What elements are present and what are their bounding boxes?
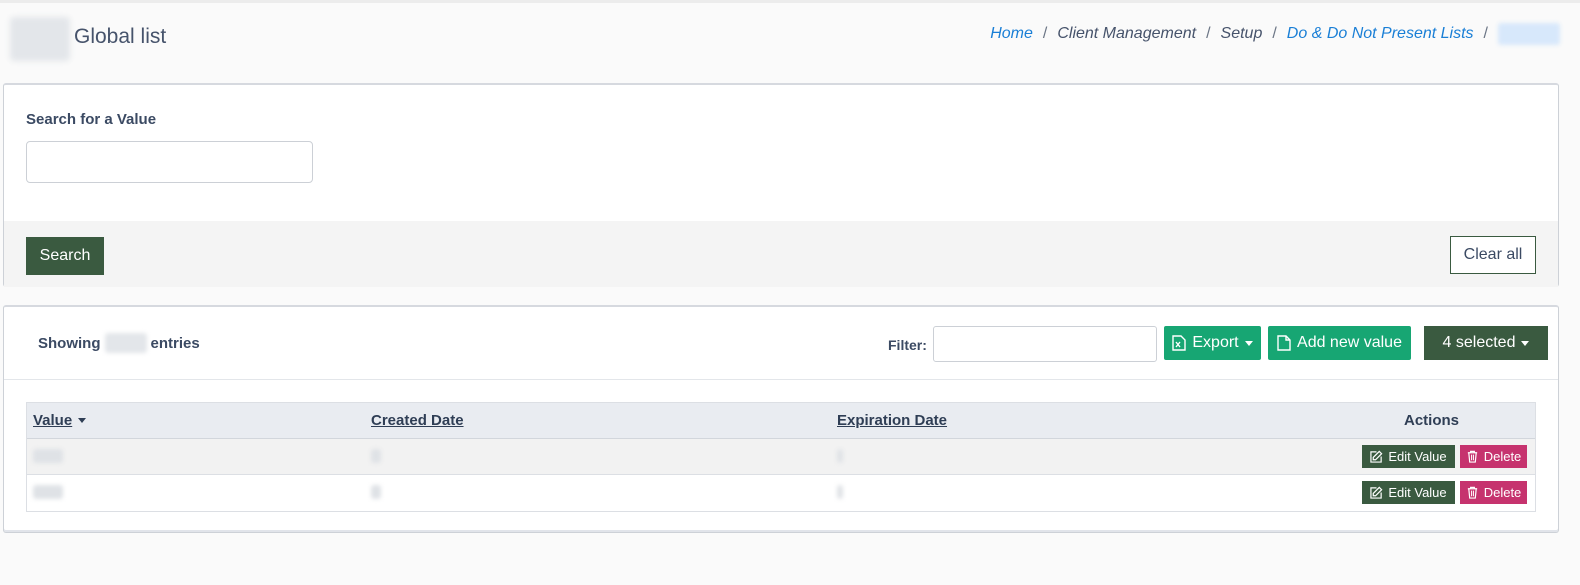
column-header-value-label: Value bbox=[33, 412, 73, 429]
values-table: Value Created Date Expiration Date Actio… bbox=[26, 402, 1536, 512]
expiration-date-cell-redacted bbox=[837, 485, 843, 499]
breadcrumb-separator: / bbox=[1042, 25, 1048, 42]
selected-label: 4 selected bbox=[1442, 334, 1516, 351]
file-icon bbox=[1277, 335, 1291, 351]
edit-value-button[interactable]: Edit Value bbox=[1362, 481, 1455, 504]
breadcrumb: Home / Client Management / Setup / Do & … bbox=[990, 23, 1560, 45]
table-row: Edit Value Delete bbox=[27, 475, 1535, 511]
columns-selected-dropdown[interactable]: 4 selected bbox=[1424, 326, 1548, 360]
edit-icon bbox=[1370, 450, 1383, 463]
edit-value-button[interactable]: Edit Value bbox=[1362, 445, 1455, 468]
clear-all-button[interactable]: Clear all bbox=[1450, 236, 1536, 274]
delete-button[interactable]: Delete bbox=[1460, 481, 1527, 504]
breadcrumb-do-do-not-present-lists[interactable]: Do & Do Not Present Lists bbox=[1287, 25, 1474, 43]
delete-label: Delete bbox=[1483, 485, 1522, 500]
add-new-value-button[interactable]: Add new value bbox=[1268, 326, 1411, 360]
edit-icon bbox=[1370, 486, 1383, 499]
delete-button[interactable]: Delete bbox=[1460, 445, 1527, 468]
chevron-down-icon bbox=[1521, 340, 1530, 346]
table-header: Value Created Date Expiration Date Actio… bbox=[27, 403, 1535, 439]
search-panel: Search for a Value Search Clear all bbox=[3, 83, 1559, 287]
search-label: Search for a Value bbox=[26, 111, 157, 128]
search-footer: Search Clear all bbox=[4, 221, 1558, 287]
showing-entries: Showing entries bbox=[38, 333, 200, 353]
panel-divider bbox=[4, 379, 1558, 380]
entry-count-redacted bbox=[104, 333, 147, 353]
column-header-value[interactable]: Value bbox=[33, 412, 87, 429]
table-row: Edit Value Delete bbox=[27, 439, 1535, 475]
column-header-created-date[interactable]: Created Date bbox=[371, 412, 464, 429]
expiration-date-cell-redacted bbox=[837, 449, 843, 463]
showing-prefix: Showing bbox=[38, 334, 101, 352]
breadcrumb-current-redacted bbox=[1498, 23, 1560, 45]
redacted-title-prefix bbox=[10, 17, 70, 61]
excel-file-icon bbox=[1172, 335, 1187, 351]
search-button[interactable]: Search bbox=[26, 237, 104, 275]
value-cell-redacted bbox=[33, 449, 63, 463]
filter-label: Filter: bbox=[888, 337, 927, 353]
export-label: Export bbox=[1192, 334, 1239, 351]
edit-value-label: Edit Value bbox=[1388, 449, 1447, 464]
edit-value-label: Edit Value bbox=[1388, 485, 1447, 500]
delete-label: Delete bbox=[1483, 449, 1522, 464]
breadcrumb-client-management: Client Management bbox=[1057, 25, 1197, 42]
chevron-down-icon bbox=[1244, 340, 1253, 346]
created-date-cell-redacted bbox=[371, 449, 381, 463]
column-header-actions: Actions bbox=[1404, 412, 1460, 429]
breadcrumb-separator: / bbox=[1272, 25, 1277, 42]
export-button[interactable]: Export bbox=[1164, 326, 1261, 360]
created-date-cell-redacted bbox=[371, 485, 381, 499]
breadcrumb-separator: / bbox=[1483, 25, 1488, 42]
value-cell-redacted bbox=[33, 485, 63, 499]
showing-suffix: entries bbox=[150, 334, 200, 352]
breadcrumb-separator: / bbox=[1206, 25, 1211, 42]
column-header-expiration-date[interactable]: Expiration Date bbox=[837, 412, 947, 429]
breadcrumb-setup: Setup bbox=[1220, 25, 1263, 42]
row-actions: Edit Value Delete bbox=[1362, 445, 1527, 468]
trash-icon bbox=[1467, 450, 1477, 463]
page-title: Global list bbox=[74, 25, 167, 48]
breadcrumb-home[interactable]: Home bbox=[990, 25, 1033, 43]
row-actions: Edit Value Delete bbox=[1362, 481, 1527, 504]
add-new-value-label: Add new value bbox=[1297, 334, 1402, 351]
search-input[interactable] bbox=[26, 141, 313, 183]
sort-desc-icon bbox=[78, 418, 87, 423]
list-panel: Showing entries Filter: Export Add new v… bbox=[3, 305, 1559, 533]
trash-icon bbox=[1467, 486, 1477, 499]
page-header: Global list Home / Client Management / S… bbox=[0, 3, 1580, 81]
filter-input[interactable] bbox=[933, 326, 1157, 362]
